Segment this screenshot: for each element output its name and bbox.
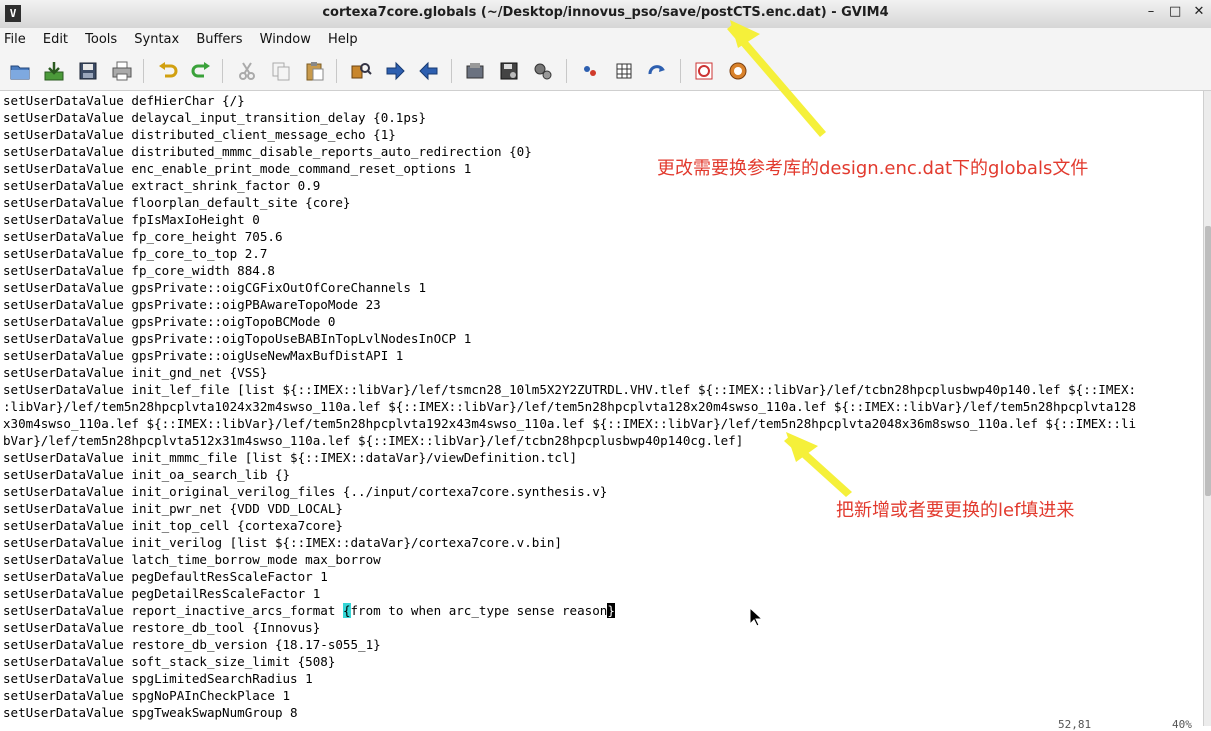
menu-edit[interactable]: Edit	[37, 29, 74, 51]
jump-icon[interactable]	[646, 60, 668, 82]
window-title: cortexa7core.globals (~/Desktop/innovus_…	[322, 5, 889, 20]
save-icon[interactable]	[77, 60, 99, 82]
code-line: setUserDataValue soft_stack_size_limit {…	[3, 654, 336, 669]
code-line: setUserDataValue fp_core_to_top 2.7	[3, 246, 268, 261]
menu-buffers[interactable]: Buffers	[190, 29, 248, 51]
code-line: setUserDataValue spgLimitedSearchRadius …	[3, 671, 313, 686]
cut-icon[interactable]	[236, 60, 258, 82]
code-line: setUserDataValue restore_db_version {18.…	[3, 637, 381, 652]
code-line: setUserDataValue spgNoPAInCheckPlace 1	[3, 688, 291, 703]
code-line: setUserDataValue init_mmmc_file [list ${…	[3, 450, 578, 465]
toolbar-separator	[336, 59, 337, 83]
redo-icon[interactable]	[190, 60, 212, 82]
toolbar-separator	[566, 59, 567, 83]
print-icon[interactable]	[111, 60, 133, 82]
toolbar-separator	[680, 59, 681, 83]
forward-icon[interactable]	[384, 60, 406, 82]
code-line: x30m4swso_110a.lef ${::IMEX::libVar}/lef…	[3, 416, 1137, 431]
title-bar[interactable]: V cortexa7core.globals (~/Desktop/innovu…	[0, 0, 1211, 29]
find-replace-icon[interactable]	[350, 60, 372, 82]
maximize-button[interactable]: □	[1169, 4, 1181, 19]
menu-file[interactable]: File	[0, 29, 32, 51]
code-line: setUserDataValue init_gnd_net {VSS}	[3, 365, 268, 380]
code-line: setUserDataValue init_verilog [list ${::…	[3, 535, 562, 550]
vertical-scrollbar[interactable]	[1203, 91, 1211, 726]
code-line: setUserDataValue pegDefaultResScaleFacto…	[3, 569, 328, 584]
code-line-text: from to when arc_type sense reason	[350, 603, 608, 618]
code-line: setUserDataValue init_oa_search_lib {}	[3, 467, 291, 482]
save-session-icon[interactable]	[498, 60, 520, 82]
code-line: setUserDataValue latch_time_borrow_mode …	[3, 552, 381, 567]
cursor-position: 52,81	[1058, 718, 1092, 731]
help-icon[interactable]	[693, 60, 715, 82]
undo-icon[interactable]	[157, 60, 179, 82]
minimize-button[interactable]: –	[1145, 4, 1157, 19]
toolbar-separator	[143, 59, 144, 83]
code-line: setUserDataValue report_inactive_arcs_fo…	[3, 602, 1203, 619]
window-controls: – □ ✕	[1145, 4, 1205, 19]
load-session-icon[interactable]	[464, 60, 486, 82]
code-line: setUserDataValue distributed_client_mess…	[3, 127, 396, 142]
matching-brace-highlight: {	[342, 603, 351, 618]
code-line: setUserDataValue gpsPrivate::oigTopoBCMo…	[3, 314, 336, 329]
close-button[interactable]: ✕	[1193, 4, 1205, 19]
toolbar-separator	[222, 59, 223, 83]
code-line: setUserDataValue fp_core_width 884.8	[3, 263, 275, 278]
code-line: setUserDataValue init_lef_file [list ${:…	[3, 382, 1137, 397]
code-line: setUserDataValue spgTweakSwapNumGroup 8	[3, 705, 298, 720]
run-script-icon[interactable]	[532, 60, 554, 82]
back-icon[interactable]	[418, 60, 440, 82]
scrollbar-thumb[interactable]	[1205, 226, 1211, 496]
code-line: :libVar}/lef/tem5n28hpcplvta1024x32m4sws…	[3, 399, 1137, 414]
mouse-pointer-icon	[749, 607, 763, 627]
paste-icon[interactable]	[304, 60, 326, 82]
toolbar-separator	[451, 59, 452, 83]
table-icon[interactable]	[613, 60, 635, 82]
menu-window[interactable]: Window	[254, 29, 317, 51]
scroll-percent: 40%	[1172, 718, 1192, 731]
menu-tools[interactable]: Tools	[79, 29, 123, 51]
code-line: setUserDataValue fpIsMaxIoHeight 0	[3, 212, 260, 227]
open-icon[interactable]	[9, 60, 31, 82]
code-line: setUserDataValue gpsPrivate::oigUseNewMa…	[3, 348, 404, 363]
toolbar	[0, 50, 1211, 91]
find-help-icon[interactable]	[727, 60, 749, 82]
code-line: setUserDataValue floorplan_default_site …	[3, 195, 351, 210]
text-cursor: }	[607, 603, 615, 618]
code-line-text: setUserDataValue report_inactive_arcs_fo…	[3, 603, 343, 618]
code-line: setUserDataValue gpsPrivate::oigCGFixOut…	[3, 280, 427, 295]
code-line: bVar}/lef/tem5n28hpcplvta512x31m4swso_11…	[3, 433, 744, 448]
code-line: setUserDataValue defHierChar {/}	[3, 93, 245, 108]
buffer-text: setUserDataValue defHierChar {/} setUserD…	[0, 91, 1203, 721]
code-line: setUserDataValue pegDetailResScaleFactor…	[3, 586, 321, 601]
annotation-lef-files: 把新增或者要更换的lef填进来	[836, 500, 1075, 521]
code-line: setUserDataValue gpsPrivate::oigTopoUseB…	[3, 331, 472, 346]
save-download-icon[interactable]	[43, 60, 65, 82]
menu-bar: File Edit Tools Syntax Buffers Window He…	[0, 28, 1211, 50]
copy-icon[interactable]	[270, 60, 292, 82]
code-line: setUserDataValue restore_db_tool {Innovu…	[3, 620, 321, 635]
code-line: setUserDataValue delaycal_input_transiti…	[3, 110, 427, 125]
editor-text-area[interactable]: setUserDataValue defHierChar {/} setUserD…	[0, 91, 1203, 726]
menu-syntax[interactable]: Syntax	[128, 29, 185, 51]
code-line: setUserDataValue gpsPrivate::oigPBAwareT…	[3, 297, 381, 312]
menu-help[interactable]: Help	[322, 29, 364, 51]
annotation-globals-file: 更改需要换参考库的design.enc.dat下的globals文件	[657, 158, 1089, 179]
code-line: setUserDataValue fp_core_height 705.6	[3, 229, 283, 244]
make-icon[interactable]	[579, 60, 601, 82]
